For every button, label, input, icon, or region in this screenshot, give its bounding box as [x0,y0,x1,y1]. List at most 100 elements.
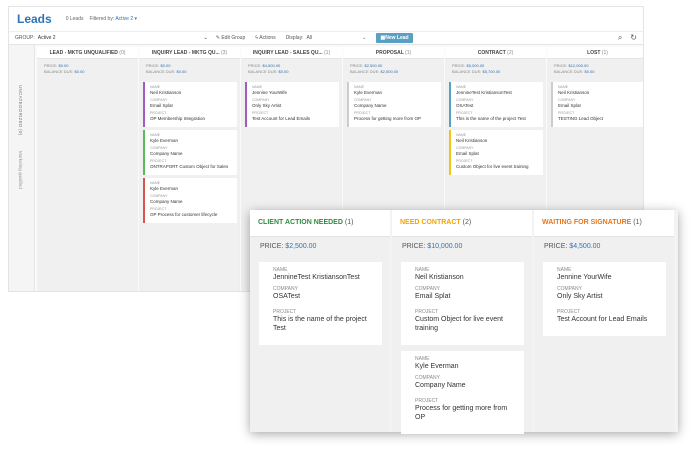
price-value: $4,500.00 [262,63,281,68]
zoom-column-header[interactable]: NEED CONTRACT (2) [392,210,532,236]
project-value: Test Account for Lead Emails [557,316,648,323]
name-value: Neil Kristianson [558,90,590,95]
lead-card[interactable]: NAME Neil Kristianson COMPANY Email Splat PR… [143,82,237,127]
balance-row: BALANCE DUE: $0.00 [554,69,641,75]
zoomed-kanban-panel: CLIENT ACTION NEEDED (1) PRICE: $2,500.00… [250,210,678,434]
price-label: PRICE: [350,63,364,68]
balance-value: $2,500.00 [380,69,399,74]
project-value: Custom Object for live event training [415,316,503,332]
kanban-column: LEAD - MKTG UNQUALIFIED (0) PRICE: $0.00 B… [37,47,138,291]
zoom-column-header[interactable]: WAITING FOR SIGNATURE (1) [534,210,674,236]
column-summary: PRICE: $4,500.00 BALANCE DUE: $0.00 [241,59,342,79]
sidebar-marketing-qualified[interactable]: Marketing qualified [15,151,23,191]
column-header[interactable]: LOST (1) [547,47,643,59]
toolbar: GROUP: Active 2 ⌄ ✎ Edit Group ϟ Actions… [9,31,643,45]
lead-card[interactable]: NAME Neil Kristianson COMPANY Email Splat PR… [449,130,543,175]
project-value: Process for getting more from OP [415,405,508,421]
balance-label: BALANCE DUE: [44,69,74,74]
balance-row: BALANCE DUE: $2,500.00 [350,69,437,75]
column-count: (1) [324,50,331,56]
chevron-down-icon: ⌄ [362,35,367,41]
project-value: OP Membership Integration [150,116,205,121]
price-label: PRICE: [402,243,426,250]
zoom-column-header[interactable]: CLIENT ACTION NEEDED (1) [250,210,390,236]
column-summary: PRICE: $0.00 BALANCE DUE: $0.00 [139,59,240,79]
group-select[interactable]: Active 2 ⌄ [38,35,208,41]
name-value: Neil Kristianson [150,90,182,95]
lead-card[interactable]: NAME JennineTest KristiansonTest COMPANY OS… [259,262,382,345]
zoom-column-count: (2) [462,219,472,226]
zoom-column: WAITING FOR SIGNATURE (1) PRICE: $4,500.0… [534,210,674,432]
search-icon[interactable]: ⌕ [618,33,622,43]
column-header[interactable]: CONTRACT (2) [445,47,546,59]
lead-card[interactable]: NAME Kyle Everman COMPANY Company Name PROJE… [347,82,441,127]
name-value: Neil Kristianson [456,138,488,143]
actions-button[interactable]: ϟ Actions [255,35,275,41]
company-value: OSATest [273,293,301,300]
display-select[interactable]: All ⌄ [306,35,366,41]
column-header[interactable]: INQUIRY LEAD - MKTG QU... (3) [139,47,240,59]
zoom-column-count: (1) [344,219,354,226]
zoom-column-title: WAITING FOR SIGNATURE [542,219,632,226]
kanban-column: INQUIRY LEAD - MKTG QU... (3) PRICE: $0.0… [139,47,240,291]
lead-card[interactable]: NAME JennineTest KristiansonTest COMPANY OS… [449,82,543,127]
column-header[interactable]: INQUIRY LEAD - SALES QU... (1) [241,47,342,59]
page-title: Leads [17,12,52,26]
collapsed-sidebar: UNCATEGORIZED (0) Marketing qualified [9,45,35,291]
title-bar: Leads 0 Leads Filtered by: Active 2 ▾ [9,7,643,31]
filter-value[interactable]: Active 2 [115,16,133,22]
price-label: PRICE: [452,63,466,68]
column-count: (2) [507,50,514,56]
display-label: Display: [285,35,304,41]
project-value: Process for getting more from OP [354,116,422,121]
name-value: Neil Kristianson [415,274,464,281]
display-select-value: All [306,35,313,41]
lead-card[interactable]: NAME Kyle Everman COMPANY Company Name PROJE… [401,351,524,434]
bolt-icon: ϟ [255,35,258,41]
company-value: Only Sky Artist [557,293,603,300]
price-label: PRICE: [248,63,262,68]
balance-label: BALANCE DUE: [452,69,482,74]
lead-card[interactable]: NAME Neil Kristianson COMPANY Email Splat PR… [551,82,643,127]
project-value: This is the name of the project Test [456,116,526,121]
column-header[interactable]: PROPOSAL (1) [343,47,444,59]
lead-card[interactable]: NAME Jennine YourWife COMPANY Only Sky Arti… [543,262,666,336]
zoom-price-row: PRICE: $2,500.00 [250,236,390,256]
new-lead-label: New Lead [385,35,409,41]
name-value: Kyle Everman [150,186,179,191]
company-value: Email Splat [456,151,479,156]
zoom-column: NEED CONTRACT (2) PRICE: $10,000.00 NAME Ne… [392,210,532,434]
balance-value: $5,700.00 [482,69,501,74]
balance-row: BALANCE DUE: $0.00 [44,69,131,75]
column-header[interactable]: LEAD - MKTG UNQUALIFIED (0) [37,47,138,59]
edit-group-button[interactable]: ✎ Edit Group [216,35,246,41]
column-count: (0) [119,50,126,56]
filter-indicator[interactable]: Filtered by: Active 2 ▾ [89,16,137,22]
project-value: Custom Object for live event training [456,164,529,169]
balance-value: $0.00 [584,69,595,74]
company-value: Company Name [150,151,183,156]
balance-value: $0.00 [74,69,85,74]
refresh-icon[interactable]: ↻ [630,33,637,43]
price-value: $2,500.00 [285,243,317,250]
new-lead-button[interactable]: ▦New Lead [376,33,413,43]
balance-row: BALANCE DUE: $0.00 [146,69,233,75]
column-title: INQUIRY LEAD - MKTG QU... [151,50,220,56]
price-label: PRICE: [146,63,160,68]
lead-card[interactable]: NAME Jennine YourWife COMPANY Only Sky Arti… [245,82,339,127]
edit-group-label: Edit Group [221,35,246,41]
lead-card[interactable]: NAME Kyle Everman COMPANY Company Name PROJE… [143,130,237,175]
chevron-down-icon[interactable]: ▾ [135,16,138,22]
balance-value: $0.00 [278,69,289,74]
company-value: Company Name [150,199,183,204]
balance-row: BALANCE DUE: $0.00 [248,69,335,75]
name-value: Kyle Everman [354,90,383,95]
chevron-down-icon: ⌄ [203,35,208,41]
company-value: Email Splat [150,103,173,108]
balance-row: BALANCE DUE: $5,700.00 [452,69,539,75]
company-value: OSATest [456,103,474,108]
lead-card[interactable]: NAME Neil Kristianson COMPANY Email Splat PR… [401,262,524,345]
sidebar-uncategorized[interactable]: UNCATEGORIZED (0) [15,85,23,145]
company-value: Email Splat [415,293,451,300]
lead-card[interactable]: NAME Kyle Everman COMPANY Company Name PROJE… [143,178,237,223]
